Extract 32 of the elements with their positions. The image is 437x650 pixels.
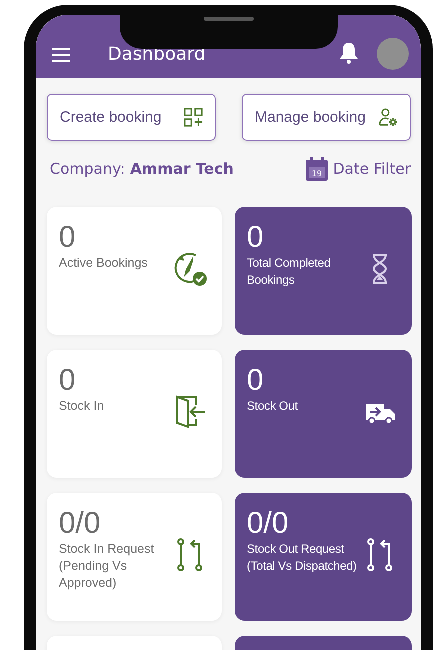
stat-label: Stock In — [59, 398, 106, 415]
bell-icon[interactable] — [339, 42, 359, 64]
booking-button[interactable]: Create booking — [47, 94, 216, 141]
booking-button[interactable]: Manage booking — [242, 94, 411, 141]
stat-value: 0 — [59, 223, 77, 253]
speaker-slot — [204, 17, 254, 21]
stat-value: 0 — [247, 223, 265, 253]
stat-value: 0 — [59, 366, 77, 396]
stat-label: Active Bookings — [59, 255, 149, 272]
calendar-icon[interactable]: 19 — [306, 157, 328, 181]
stat-card[interactable]: 0 Stock Out — [235, 350, 412, 478]
compass-check-icon — [172, 251, 208, 287]
menu-icon[interactable] — [52, 48, 70, 62]
stat-label: Stock Out — [247, 398, 299, 415]
stat-card[interactable]: 0/0 Stock Out Request (Total Vs Dispatched) — [235, 493, 412, 621]
page-title: Dashboard — [108, 44, 207, 66]
avatar[interactable] — [377, 38, 409, 70]
stat-label: Total Completed Bookings — [247, 255, 332, 289]
company-name: Ammar Tech — [130, 160, 234, 178]
stat-value: 0/0 — [247, 509, 290, 539]
stat-value: 0/0 — [59, 509, 102, 539]
stat-card[interactable]: 0 Stock In — [47, 350, 222, 478]
stat-value: 0 — [247, 366, 265, 396]
grid-plus-icon — [184, 108, 203, 127]
company-label: Company: — [50, 160, 126, 178]
user-gear-icon — [379, 108, 398, 127]
stat-card[interactable]: 0 Active Bookings — [47, 207, 222, 335]
stat-label: Stock Out Request (Total Vs Dispatched) — [247, 541, 358, 575]
date-filter-link[interactable]: Date Filter — [333, 160, 411, 178]
stat-label: Stock In Request (Pending Vs Approved) — [59, 541, 156, 592]
stat-card[interactable]: 0/0 Stock In Request (Pending Vs Approved) — [47, 493, 222, 621]
stat-card[interactable]: 0 Total Completed Bookings — [235, 207, 412, 335]
